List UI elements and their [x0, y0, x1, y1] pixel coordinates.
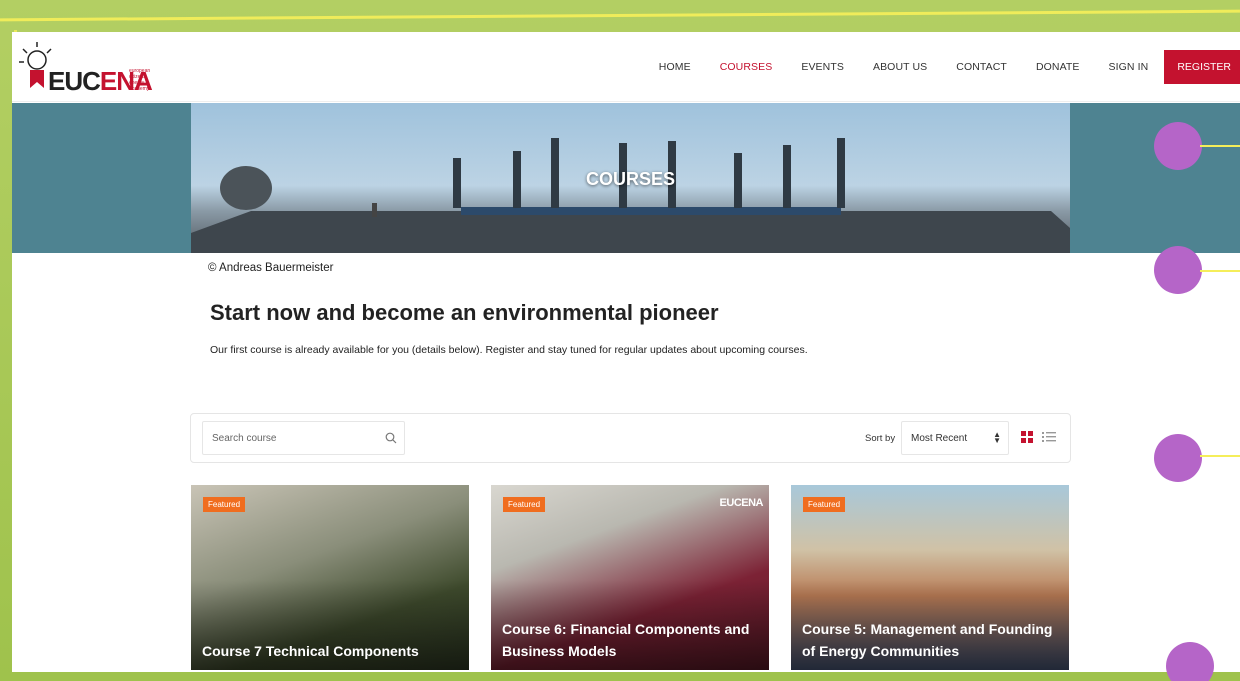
overlay-dot [1154, 122, 1202, 170]
main-nav: HOME COURSES EVENTS ABOUT US CONTACT DON… [630, 50, 1240, 84]
hero-title: COURSES [585, 169, 675, 189]
course-title[interactable]: Course 7 Technical Components [202, 640, 460, 662]
course-card[interactable]: Featured EUCENA Course 6: Financial Comp… [491, 485, 769, 670]
search-input[interactable] [203, 422, 373, 454]
overlay-streak [1200, 145, 1240, 147]
nav-courses[interactable]: COURSES [720, 61, 773, 73]
featured-badge: Featured [503, 497, 546, 512]
register-button[interactable]: REGISTER [1164, 50, 1240, 84]
search-box [202, 421, 405, 455]
course-filter-bar: Sort by Most Recent ▲▼ [190, 413, 1071, 463]
nav-about-us[interactable]: ABOUT US [873, 61, 927, 73]
course-title[interactable]: Course 6: Financial Components and Busin… [502, 618, 760, 662]
featured-badge: Featured [203, 497, 246, 512]
overlay-dot [1154, 434, 1202, 482]
card-logo: EUCENA [719, 497, 764, 509]
grid-view-icon[interactable] [1021, 431, 1033, 443]
course-card[interactable]: Featured Course 7 Technical Components [191, 485, 469, 670]
nav-contact[interactable]: CONTACT [956, 61, 1007, 73]
overlay-dot [1154, 246, 1202, 294]
featured-badge: Featured [803, 497, 846, 512]
overlay-streak [1200, 270, 1240, 272]
sort-value: Most Recent [911, 433, 968, 444]
page-headline: Start now and become an environmental pi… [210, 300, 719, 325]
sort-select[interactable]: Most Recent ▲ ▼ [901, 421, 1009, 455]
search-icon[interactable] [385, 432, 397, 444]
overlay-streak [1200, 455, 1240, 457]
course-card[interactable]: Featured Course 5: Management and Foundi… [791, 485, 1069, 670]
list-view-icon[interactable] [1042, 431, 1056, 443]
logo-subtitle: european citizens energy academy [129, 68, 151, 92]
eucena-logo[interactable]: EUCENA european citizens energy academy [16, 38, 166, 98]
web-page: EUCENA european citizens energy academy … [12, 32, 1240, 672]
sort-label: Sort by [865, 433, 896, 444]
nav-home[interactable]: HOME [659, 61, 691, 73]
intro-text: Our first course is already available fo… [210, 344, 808, 356]
nav-events[interactable]: EVENTS [801, 61, 844, 73]
course-title[interactable]: Course 5: Management and Founding of Ene… [802, 618, 1060, 662]
sort-arrows-icon: ▲ ▼ [993, 430, 1001, 445]
hero-image: COURSES [191, 103, 1070, 253]
image-credit: © Andreas Bauermeister [208, 262, 334, 274]
site-header: EUCENA european citizens energy academy … [12, 32, 1240, 102]
nav-donate[interactable]: DONATE [1036, 61, 1080, 73]
nav-sign-in[interactable]: SIGN IN [1109, 61, 1149, 73]
